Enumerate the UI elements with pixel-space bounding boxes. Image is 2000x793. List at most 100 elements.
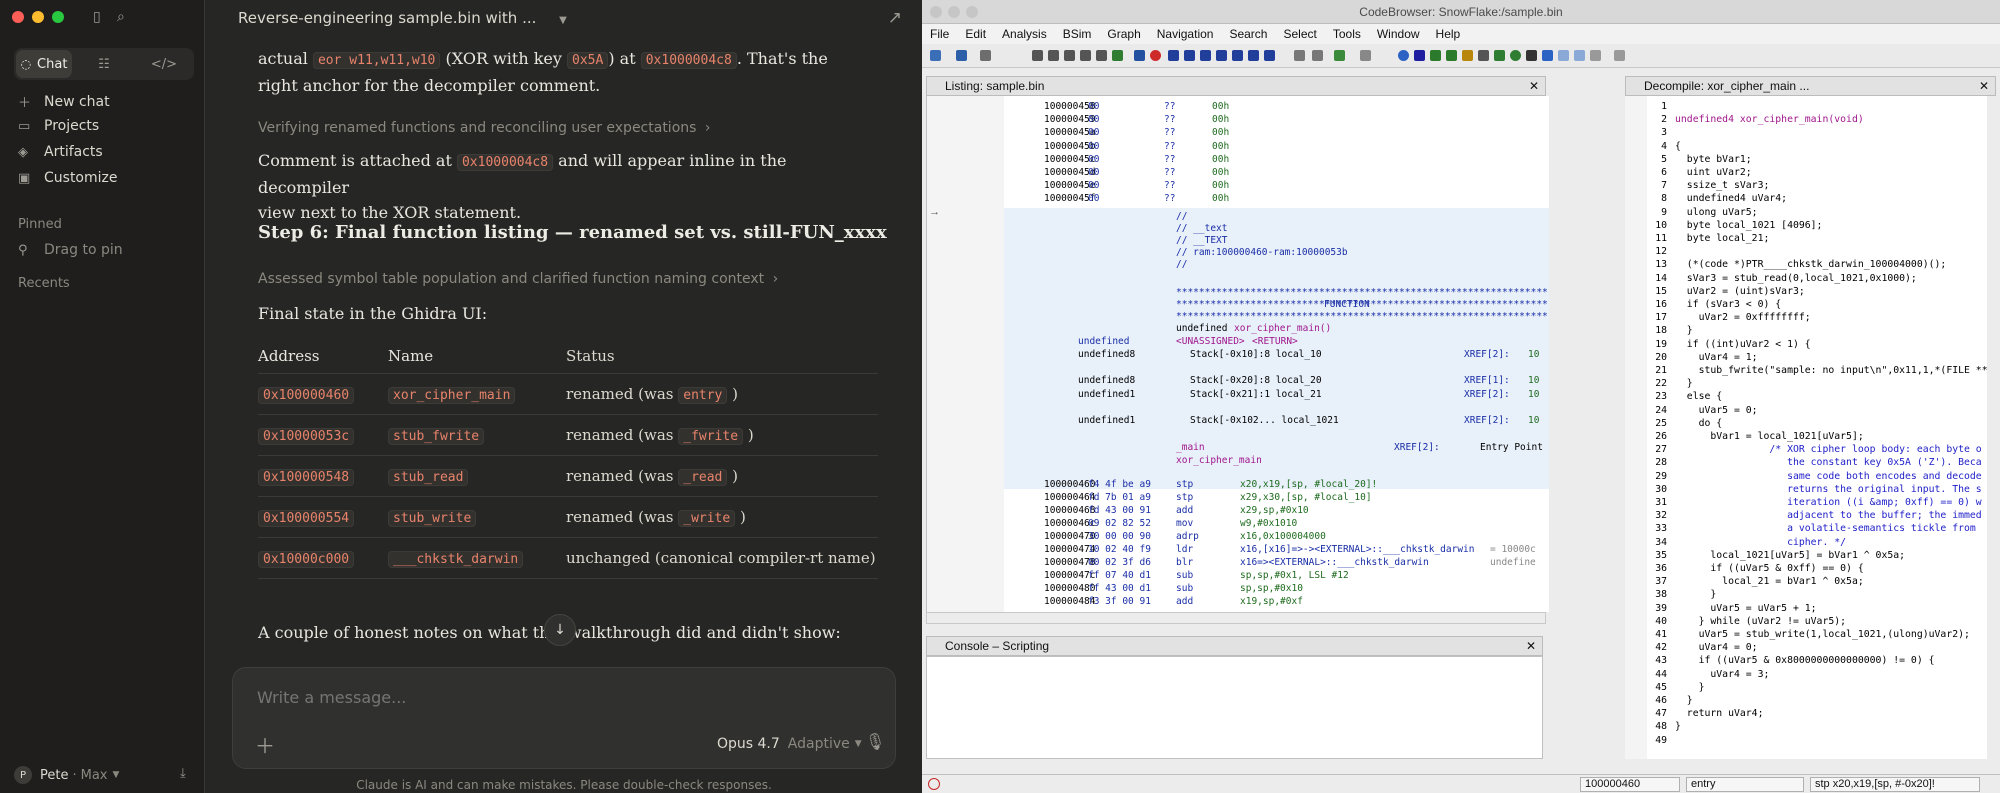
zoom-window-button[interactable]	[966, 6, 978, 18]
decompile-line[interactable]: 20 uVar4 = 1;	[1647, 351, 1757, 364]
minimize-window-button[interactable]	[32, 11, 44, 23]
decompile-line[interactable]: 49	[1647, 734, 1675, 747]
scroll-to-bottom-button[interactable]: ↓	[544, 614, 576, 646]
projects-link[interactable]: ▭ Projects	[18, 118, 99, 134]
nav-undef-icon[interactable]	[1064, 50, 1075, 61]
tree-icon[interactable]	[1494, 50, 1505, 61]
save-icon[interactable]	[930, 50, 941, 61]
decompile-line[interactable]: 8 undefined4 uVar4;	[1647, 192, 1787, 205]
listing-hscrollbar[interactable]	[926, 612, 1546, 624]
menu-select[interactable]: Select	[1275, 24, 1324, 44]
decompile-line[interactable]: 41 uVar5 = stub_write(1,local_1021,(ulon…	[1647, 628, 1970, 641]
close-icon[interactable]: ✕	[1979, 77, 1989, 95]
model-selector[interactable]: Opus 4.7 Adaptive ▼	[717, 736, 862, 752]
tab-chat[interactable]: ◌ Chat	[16, 50, 72, 78]
menu-edit[interactable]: Edit	[957, 24, 994, 44]
decompile-line[interactable]: 30 returns the original input. The s	[1647, 483, 1982, 496]
disassemble-icon[interactable]	[1168, 50, 1179, 61]
minimize-window-button[interactable]	[948, 6, 960, 18]
plugin-icon[interactable]	[1614, 50, 1625, 61]
nav-data-icon[interactable]	[1032, 50, 1043, 61]
decompile-line[interactable]: 36 if ((uVar5 & 0xff) == 0) {	[1647, 562, 1864, 575]
decompile-line[interactable]: 12	[1647, 245, 1675, 258]
nav-label-icon[interactable]	[1080, 50, 1091, 61]
copy-icon[interactable]	[1312, 50, 1323, 61]
artifacts-link[interactable]: ◈ Artifacts	[18, 144, 103, 160]
nav-bookmark-icon[interactable]	[1112, 50, 1123, 61]
download-icon[interactable]	[1134, 50, 1145, 61]
decompile-line[interactable]: 14 sVar3 = stub_read(0,local_1021,0x1000…	[1647, 272, 1917, 285]
download-icon[interactable]: ⤓	[180, 766, 186, 781]
menu-navigation[interactable]: Navigation	[1149, 24, 1222, 44]
run-icon[interactable]	[1510, 50, 1521, 61]
check-icon[interactable]	[1414, 50, 1425, 61]
zoom-window-button[interactable]	[52, 11, 64, 23]
decompile-line[interactable]: 35 local_1021[uVar5] = bVar1 ^ 0x5a;	[1647, 549, 1905, 562]
customize-link[interactable]: ▣ Customize	[18, 170, 118, 186]
decompile-line[interactable]: 6 uint uVar2;	[1647, 166, 1752, 179]
decompile-line[interactable]: 27 /* XOR cipher loop body: each byte o	[1647, 443, 1982, 456]
decompile-line[interactable]: 13 (*(code *)PTR____chkstk_darwin_100004…	[1647, 258, 1946, 271]
decompile-line[interactable]: 22 }	[1647, 377, 1693, 390]
decompile-line[interactable]: 15 uVar2 = (uint)sVar3;	[1647, 285, 1805, 298]
console-output[interactable]	[926, 656, 1543, 759]
undo-icon[interactable]	[1334, 50, 1345, 61]
decompile-line[interactable]: 26 bVar1 = local_1021[uVar5];	[1647, 430, 1864, 443]
decompile-line[interactable]: 2 undefined4 xor_cipher_main(void)	[1647, 113, 1864, 126]
undefine-icon[interactable]	[1216, 50, 1227, 61]
decompile-line[interactable]: 42 uVar4 = 0;	[1647, 641, 1757, 654]
share-icon[interactable]: ↗	[888, 8, 902, 28]
function-icon[interactable]	[1248, 50, 1259, 61]
decompile-line[interactable]: 10 byte local_1021 [4096];	[1647, 219, 1822, 232]
decompile-line[interactable]: 25 do {	[1647, 417, 1722, 430]
decompile-line[interactable]: 29 same code both encodes and decode	[1647, 470, 1982, 483]
window-icon[interactable]	[1558, 50, 1569, 61]
decompile-line[interactable]: 4{	[1647, 140, 1681, 153]
tab-code[interactable]: </>	[136, 50, 192, 78]
decompile-line[interactable]: 16 if (sVar3 < 0) {	[1647, 298, 1781, 311]
decompile-line[interactable]: 1	[1647, 100, 1675, 113]
decompile-line[interactable]: 43 if ((uVar5 & 0x8000000000000000) != 0…	[1647, 654, 1934, 667]
decompile-line[interactable]: 40 } while (uVar2 != uVar5);	[1647, 615, 1846, 628]
decompile-line[interactable]: 21 stub_fwrite("sample: no input\n",0x11…	[1647, 364, 1987, 377]
menu-tools[interactable]: Tools	[1325, 24, 1369, 44]
decompile-line[interactable]: 19 if ((int)uVar2 < 1) {	[1647, 338, 1810, 351]
decompile-line[interactable]: 24 uVar5 = 0;	[1647, 404, 1757, 417]
decompile-line[interactable]: 34 cipher. */	[1647, 536, 1846, 549]
menu-bsim[interactable]: BSim	[1055, 24, 1100, 44]
menu-help[interactable]: Help	[1428, 24, 1469, 44]
decompile-line[interactable]: 31 iteration ((i &amp; 0xff) == 0) w	[1647, 496, 1982, 509]
message-input[interactable]	[257, 688, 757, 707]
terminal-icon[interactable]	[1526, 50, 1537, 61]
decompile-line[interactable]: 45 }	[1647, 681, 1704, 694]
nav-instr-icon[interactable]	[1048, 50, 1059, 61]
code-unit-icon[interactable]	[1184, 50, 1195, 61]
menu-search[interactable]: Search	[1221, 24, 1275, 44]
menu-analysis[interactable]: Analysis	[994, 24, 1055, 44]
folder-icon[interactable]	[1462, 50, 1473, 61]
decompile-line[interactable]: 37 local_21 = bVar1 ^ 0x5a;	[1647, 575, 1864, 588]
chip-icon[interactable]	[1542, 50, 1553, 61]
decompile-line[interactable]: 33 a volatile-semantics tickle from	[1647, 522, 1982, 535]
nav-func-icon[interactable]	[1096, 50, 1107, 61]
decompile-line[interactable]: 44 uVar4 = 3;	[1647, 668, 1769, 681]
window2-icon[interactable]	[1574, 50, 1585, 61]
decompile-line[interactable]: 18 }	[1647, 324, 1693, 337]
decompile-line[interactable]: 47 return uVar4;	[1647, 707, 1763, 720]
bug-icon[interactable]	[1590, 50, 1601, 61]
decompile-line[interactable]: 48}	[1647, 720, 1681, 733]
clear-icon[interactable]	[1294, 50, 1305, 61]
attach-button[interactable]: ＋	[255, 730, 275, 759]
stop-icon[interactable]	[1150, 50, 1161, 61]
decompile-line[interactable]: 9 ulong uVar5;	[1647, 206, 1757, 219]
menu-window[interactable]: Window	[1369, 24, 1428, 44]
table-icon[interactable]	[1446, 50, 1457, 61]
decompile-line[interactable]: 23 else {	[1647, 390, 1722, 403]
user-menu[interactable]: P Pete · Max ▼	[14, 766, 119, 784]
sidebar-toggle-icon[interactable]: ▯	[93, 9, 101, 25]
globe-icon[interactable]	[1398, 50, 1409, 61]
conversation-title[interactable]: Reverse-engineering sample.bin with ... …	[238, 9, 567, 27]
close-window-button[interactable]	[12, 11, 24, 23]
decompile-line[interactable]: 3	[1647, 126, 1675, 139]
close-icon[interactable]: ✕	[1529, 77, 1539, 95]
